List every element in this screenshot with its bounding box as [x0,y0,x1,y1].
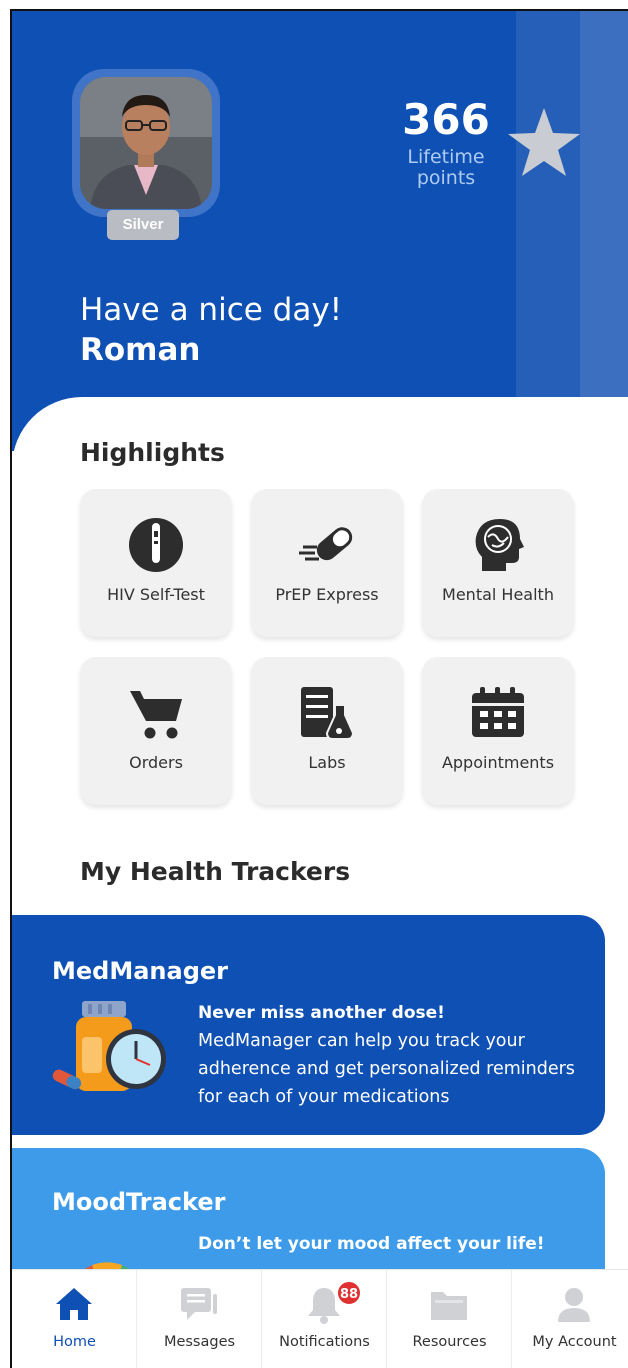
pill-express-icon [299,527,353,561]
pill-bottle-clock-icon [52,1001,166,1091]
card-headline: Never miss another dose! [198,1003,445,1023]
nav-label: Resources [412,1334,487,1350]
tile-label: HIV Self-Test [107,585,205,604]
tile-mental-health[interactable]: Mental Health [422,489,574,637]
tile-label: Labs [308,753,346,772]
lab-flask-icon [301,687,355,740]
highlights-title: Highlights [80,438,225,467]
tile-label: Appointments [441,753,555,772]
nav-label: Notifications [279,1334,370,1350]
card-body: MedManager can help you track your adher… [198,1031,575,1107]
tile-appointments[interactable]: Appointments [422,657,574,805]
user-name: Roman [80,332,201,368]
tile-label: Mental Health [442,585,554,604]
points-value: 366 [402,95,490,144]
tile-hiv-self-test[interactable]: HIV Self-Test [80,489,232,637]
nav-home[interactable]: Home [12,1270,137,1368]
avatar-frame[interactable] [72,69,220,217]
star-icon [508,108,580,176]
nav-label: Messages [163,1334,236,1350]
nav-messages[interactable]: Messages [137,1270,262,1368]
card-title: MoodTracker [52,1188,226,1216]
user-icon [558,1288,590,1322]
greeting: Have a nice day! [80,292,343,328]
messages-icon [181,1288,217,1320]
header-stripe [580,11,628,451]
tier-badge: Silver [107,210,179,240]
nav-label: Home [53,1334,96,1350]
nav-my-account[interactable]: My Account [512,1270,628,1368]
points-label-line2: points [416,167,476,189]
tile-label: Orders [129,753,183,772]
home-icon [56,1288,92,1320]
trackers-title: My Health Trackers [80,857,351,886]
tile-labs[interactable]: Labs [251,657,403,805]
brain-head-icon [475,519,524,571]
tile-orders[interactable]: Orders [80,657,232,805]
nav-label: My Account [532,1334,617,1350]
points-label-line1: Lifetime [407,146,485,168]
test-kit-icon [129,518,183,572]
avatar [80,77,212,209]
avatar-photo [80,77,212,209]
points-label: Lifetime points [384,147,508,189]
header-stripe [516,11,580,451]
folder-icon [431,1292,467,1320]
nav-notifications[interactable]: 88 Notifications [262,1270,387,1368]
profile-header: Silver 366 Lifetime points Have a nice d… [12,11,628,451]
nav-resources[interactable]: Resources [387,1270,512,1368]
card-headline: Don’t let your mood affect your life! [198,1234,545,1254]
app-screen: Silver 366 Lifetime points Have a nice d… [10,9,628,1368]
medmanager-card[interactable]: MedManager Never miss another dose! MedM… [12,915,605,1135]
notification-badge: 88 [336,1280,362,1306]
calendar-icon [472,687,524,737]
tile-prep-express[interactable]: PrEP Express [251,489,403,637]
cart-icon [130,691,182,739]
tile-label: PrEP Express [275,585,379,604]
card-title: MedManager [52,957,228,985]
bottom-nav: Home Messages 88 Notifications Resources… [12,1269,628,1368]
